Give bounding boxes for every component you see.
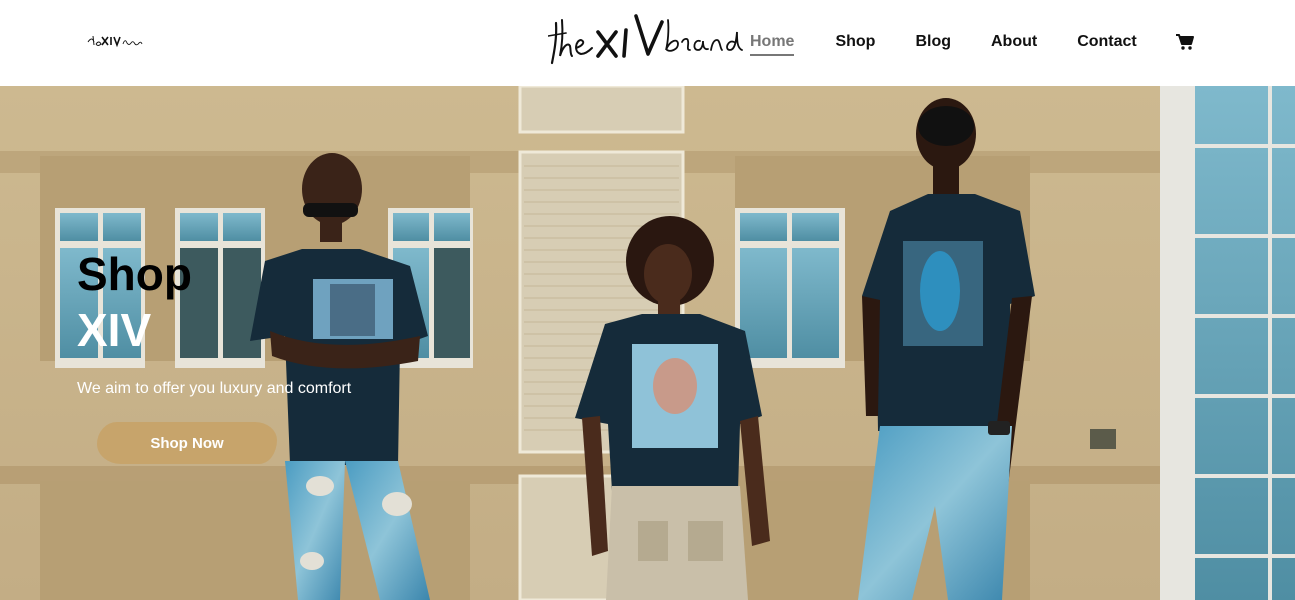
small-logo-mark xyxy=(87,35,143,48)
nav-blog[interactable]: Blog xyxy=(915,30,951,56)
hero-tagline: We aim to offer you luxury and comfort xyxy=(77,380,352,397)
hero-title-line1: Shop xyxy=(77,248,192,300)
small-logo[interactable] xyxy=(86,28,144,50)
shop-now-button[interactable]: Shop Now xyxy=(97,422,277,464)
main-logo-mark xyxy=(547,14,743,65)
hero-title: Shop XIV xyxy=(77,246,192,358)
hero-section: Shop XIV We aim to offer you luxury and … xyxy=(0,86,1295,600)
main-logo[interactable] xyxy=(547,8,748,68)
nav-contact[interactable]: Contact xyxy=(1077,30,1137,56)
main-nav: Home Shop Blog About Contact xyxy=(750,30,1137,56)
nav-about[interactable]: About xyxy=(991,30,1037,56)
cart-icon[interactable] xyxy=(1175,32,1195,52)
hero-title-line2: XIV xyxy=(77,304,152,356)
nav-home[interactable]: Home xyxy=(750,30,795,56)
nav-shop[interactable]: Shop xyxy=(835,30,875,56)
hero-image xyxy=(0,86,1295,600)
site-header: Home Shop Blog About Contact xyxy=(0,0,1295,86)
